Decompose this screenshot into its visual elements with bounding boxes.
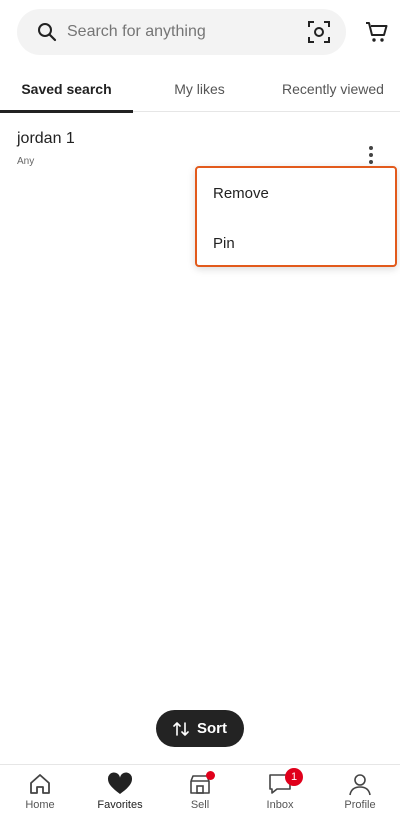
nav-sell-label: Sell <box>190 799 210 811</box>
saved-search-item[interactable]: jordan 1 Any <box>17 130 387 167</box>
nav-sell[interactable]: Sell <box>160 765 240 815</box>
saved-search-title: jordan 1 <box>17 130 75 147</box>
camera-scan-icon[interactable] <box>306 19 332 45</box>
nav-profile-label: Profile <box>344 799 376 811</box>
tab-recently-viewed[interactable]: Recently viewed <box>266 66 400 112</box>
search-row <box>17 9 390 55</box>
home-icon <box>27 771 53 797</box>
tab-my-likes[interactable]: My likes <box>133 66 266 112</box>
nav-inbox-label: Inbox <box>266 799 294 811</box>
options-menu: Remove Pin <box>195 166 397 267</box>
search-box[interactable] <box>17 9 346 55</box>
chat-icon: 1 <box>267 768 303 797</box>
tab-saved-search[interactable]: Saved search <box>0 66 133 113</box>
inbox-count-badge: 1 <box>285 768 303 786</box>
sort-label: Sort <box>197 720 227 737</box>
search-icon <box>37 22 57 42</box>
nav-profile[interactable]: Profile <box>320 765 400 815</box>
sell-notification-dot <box>206 771 215 780</box>
menu-item-remove[interactable]: Remove <box>197 168 395 218</box>
bottom-nav: Home Favorites Sell 1 Inbox Profile <box>0 764 400 815</box>
search-input[interactable] <box>67 23 306 41</box>
nav-home-label: Home <box>25 799 55 811</box>
nav-favorites[interactable]: Favorites <box>80 765 160 815</box>
nav-favorites-label: Favorites <box>97 799 143 811</box>
person-icon <box>347 771 373 797</box>
more-options-icon[interactable] <box>359 143 383 167</box>
tab-bar: Saved search My likes Recently viewed <box>0 66 400 113</box>
nav-home[interactable]: Home <box>0 765 80 815</box>
store-icon <box>187 771 215 797</box>
heart-icon <box>107 771 133 797</box>
nav-inbox[interactable]: 1 Inbox <box>240 765 320 815</box>
sort-button[interactable]: Sort <box>156 710 244 747</box>
sort-arrows-icon <box>173 721 189 737</box>
menu-item-pin[interactable]: Pin <box>197 218 395 268</box>
cart-icon[interactable] <box>364 19 390 45</box>
